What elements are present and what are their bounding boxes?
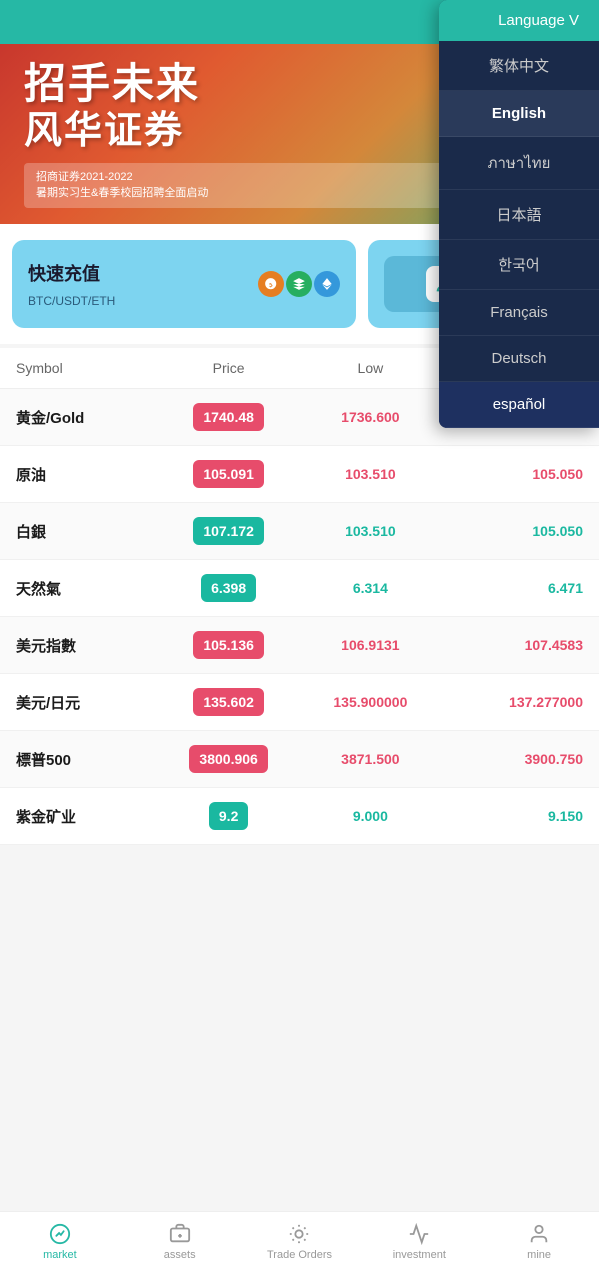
language-dropdown: Language V 繁体中文 English ภาษาไทย 日本語 한국어 … <box>439 0 599 428</box>
bottom-nav: market assets Trade Orders investme <box>0 1211 599 1271</box>
lang-item-french[interactable]: Français <box>439 290 599 336</box>
cell-symbol: 美元/日元 <box>16 692 158 713</box>
price-badge: 1740.48 <box>193 403 264 431</box>
header-low: Low <box>300 360 442 376</box>
lang-item-thai[interactable]: ภาษาไทย <box>439 137 599 190</box>
cell-price: 107.172 <box>158 517 300 545</box>
cell-low: 9.000 <box>300 808 442 824</box>
cell-price: 9.2 <box>158 802 300 830</box>
price-badge: 9.2 <box>209 802 248 830</box>
lang-item-spanish[interactable]: español <box>439 382 599 428</box>
table-body: 黄金/Gold 1740.48 1736.600 1743.000 原油 105… <box>0 389 599 845</box>
deposit-card-left: 快速充值 BTC/USDT/ETH <box>28 260 115 308</box>
deposit-subtitle: BTC/USDT/ETH <box>28 294 115 308</box>
nav-investment-label: investment <box>393 1249 446 1261</box>
cell-symbol: 紫金矿业 <box>16 806 158 827</box>
deposit-card[interactable]: 快速充值 BTC/USDT/ETH <box>12 240 356 328</box>
cell-low: 103.510 <box>300 523 442 539</box>
cell-symbol: 天然氣 <box>16 578 158 599</box>
price-badge: 135.602 <box>193 688 264 716</box>
language-dropdown-header: Language V <box>439 0 599 41</box>
cell-symbol: 原油 <box>16 464 158 485</box>
table-row[interactable]: 美元/日元 135.602 135.900000 137.277000 <box>0 674 599 731</box>
cell-high: 6.471 <box>441 580 583 596</box>
cell-low: 1736.600 <box>300 409 442 425</box>
nav-market[interactable]: market <box>0 1212 120 1271</box>
nav-trade-orders[interactable]: Trade Orders <box>240 1212 360 1271</box>
lang-item-german[interactable]: Deutsch <box>439 336 599 382</box>
cell-low: 103.510 <box>300 466 442 482</box>
cell-high: 9.150 <box>441 808 583 824</box>
cell-price: 1740.48 <box>158 403 300 431</box>
cell-low: 106.9131 <box>300 637 442 653</box>
cell-price: 3800.906 <box>158 745 300 773</box>
cell-high: 105.050 <box>441 523 583 539</box>
cell-price: 135.602 <box>158 688 300 716</box>
table-row[interactable]: 紫金矿业 9.2 9.000 9.150 <box>0 788 599 845</box>
price-badge: 6.398 <box>201 574 256 602</box>
mine-icon <box>527 1222 551 1246</box>
lang-item-traditional-chinese[interactable]: 繁体中文 <box>439 41 599 91</box>
cell-high: 107.4583 <box>441 637 583 653</box>
lang-item-english[interactable]: English <box>439 91 599 137</box>
lang-item-korean[interactable]: 한국어 <box>439 240 599 290</box>
cell-high: 105.050 <box>441 466 583 482</box>
nav-assets-label: assets <box>164 1249 196 1261</box>
price-badge: 105.091 <box>193 460 264 488</box>
nav-market-label: market <box>43 1249 77 1261</box>
usdt-icon <box>286 271 312 297</box>
nav-trade-orders-label: Trade Orders <box>267 1249 332 1261</box>
eth-icon <box>314 271 340 297</box>
header-symbol: Symbol <box>16 360 158 376</box>
cell-symbol: 黄金/Gold <box>16 407 158 428</box>
nav-assets[interactable]: assets <box>120 1212 240 1271</box>
table-row[interactable]: 天然氣 6.398 6.314 6.471 <box>0 560 599 617</box>
table-row[interactable]: 原油 105.091 103.510 105.050 <box>0 446 599 503</box>
market-icon <box>48 1222 72 1246</box>
price-badge: 107.172 <box>193 517 264 545</box>
nav-mine[interactable]: mine <box>479 1212 599 1271</box>
price-badge: 105.136 <box>193 631 264 659</box>
cell-symbol: 美元指數 <box>16 635 158 656</box>
table-row[interactable]: 美元指數 105.136 106.9131 107.4583 <box>0 617 599 674</box>
table-row[interactable]: 標普500 3800.906 3871.500 3900.750 <box>0 731 599 788</box>
cell-high: 137.277000 <box>441 694 583 710</box>
header-price: Price <box>158 360 300 376</box>
table-row[interactable]: 白銀 107.172 103.510 105.050 <box>0 503 599 560</box>
crypto-icons <box>258 271 340 297</box>
cell-price: 6.398 <box>158 574 300 602</box>
cell-symbol: 白銀 <box>16 521 158 542</box>
cell-high: 3900.750 <box>441 751 583 767</box>
nav-investment[interactable]: investment <box>359 1212 479 1271</box>
cell-low: 6.314 <box>300 580 442 596</box>
cell-low: 135.900000 <box>300 694 442 710</box>
lang-item-japanese[interactable]: 日本語 <box>439 190 599 240</box>
cell-low: 3871.500 <box>300 751 442 767</box>
assets-icon <box>168 1222 192 1246</box>
cell-price: 105.091 <box>158 460 300 488</box>
deposit-title: 快速充值 <box>28 260 115 286</box>
cell-symbol: 標普500 <box>16 749 158 770</box>
cell-price: 105.136 <box>158 631 300 659</box>
nav-mine-label: mine <box>527 1249 551 1261</box>
btc-icon <box>258 271 284 297</box>
trade-orders-icon <box>287 1222 311 1246</box>
price-badge: 3800.906 <box>189 745 267 773</box>
investment-icon <box>407 1222 431 1246</box>
